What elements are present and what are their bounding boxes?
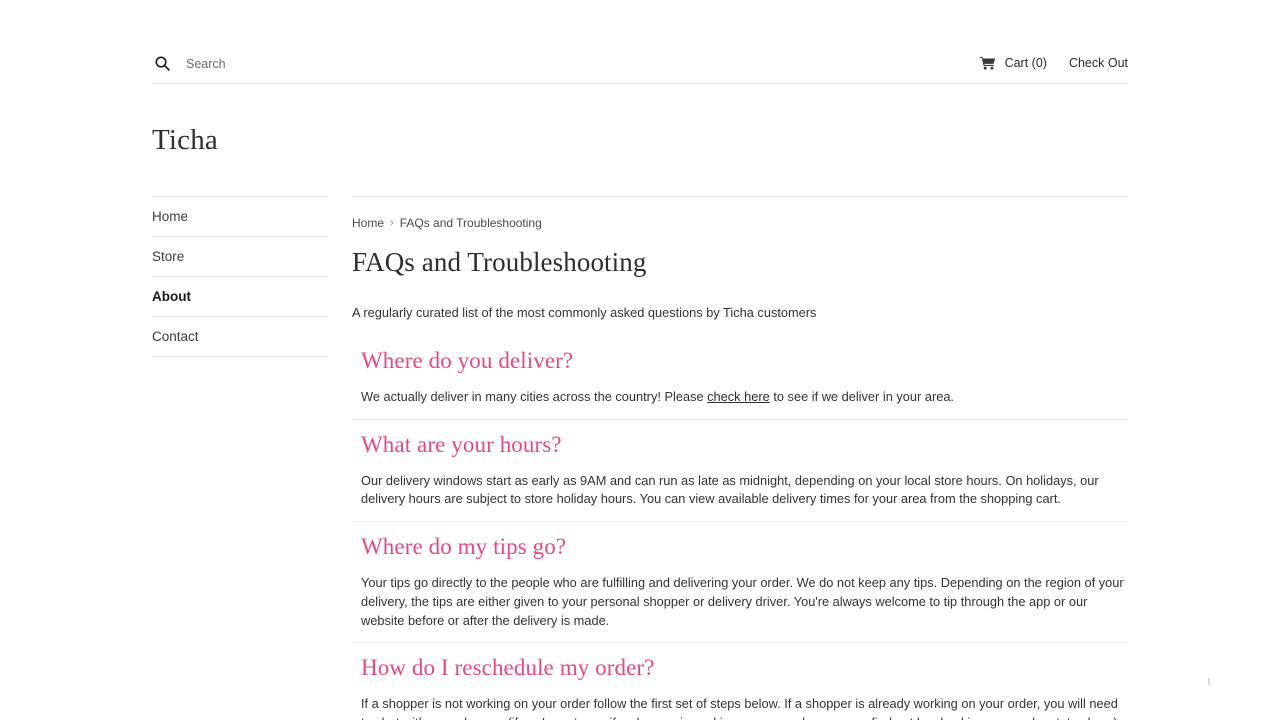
search-input[interactable] [186,54,406,73]
faq-answer-link[interactable]: here [1088,715,1114,720]
sidebar-nav: Home Store About Contact [152,196,328,357]
sidebar-item-about[interactable]: About [152,277,328,317]
breadcrumb: Home › FAQs and Troubleshooting [352,215,1128,231]
faq-answer-text-before: We actually deliver in many cities acros… [361,389,708,404]
breadcrumb-home[interactable]: Home [352,215,384,231]
header-actions: Cart (0) Check Out [979,46,1128,82]
page-title: FAQs and Troubleshooting [352,247,647,277]
sidebar-item-contact[interactable]: Contact [152,317,328,357]
faq-answer: If a shopper is not working on your orde… [361,695,1128,720]
search-icon[interactable] [152,54,172,74]
checkout-link[interactable]: Check Out [1069,56,1128,70]
faq-question: What are your hours? [361,431,562,457]
cart-label: Cart (0) [1004,55,1047,70]
faq-item: What are your hours? Our delivery window… [352,420,1128,523]
faq-question: Where do my tips go? [361,534,567,560]
utility-header: Cart (0) Check Out [152,44,1128,84]
faq-answer: We actually deliver in many cities acros… [361,388,1128,407]
faq-item: How do I reschedule my order? If a shopp… [352,643,1128,720]
faq-answer-text-before: If a shopper is not working on your orde… [361,696,1118,720]
faq-answer-link[interactable]: check here [707,389,770,404]
breadcrumb-current: FAQs and Troubleshooting [399,216,542,230]
search-area [152,46,406,82]
faq-question: How do I reschedule my order? [361,655,655,681]
sidebar-item-store[interactable]: Store [152,237,328,277]
page-intro: A regularly curated list of the most com… [352,305,817,320]
cart-link[interactable]: Cart (0) [979,55,1047,70]
faq-answer-text-after: to see if we deliver in your area. [769,389,954,404]
faq-item: Where do my tips go? Your tips go direct… [352,522,1128,644]
faq-list: Where do you deliver? We actually delive… [352,336,1128,720]
faq-answer-text-before: Our delivery windows start as early as 9… [361,472,1099,507]
faq-question: Where do you deliver? [361,348,574,373]
site-logo[interactable]: Ticha [152,122,218,158]
faq-answer-text-before: Your tips go directly to the people who … [361,575,1124,628]
main-content: Home › FAQs and Troubleshooting FAQs and… [352,196,1128,720]
shopping-cart-icon [979,56,996,70]
breadcrumb-separator-icon: › [390,217,394,229]
faq-answer-text-after: ). [1113,715,1121,720]
text-cursor-artifact [1208,678,1210,685]
faq-answer: Our delivery windows start as early as 9… [361,472,1128,509]
page-root: Cart (0) Check Out Ticha Home Store Abou… [0,0,1280,720]
faq-item: Where do you deliver? We actually delive… [352,336,1128,420]
faq-answer: Your tips go directly to the people who … [361,574,1128,630]
sidebar-item-home[interactable]: Home [152,196,328,237]
